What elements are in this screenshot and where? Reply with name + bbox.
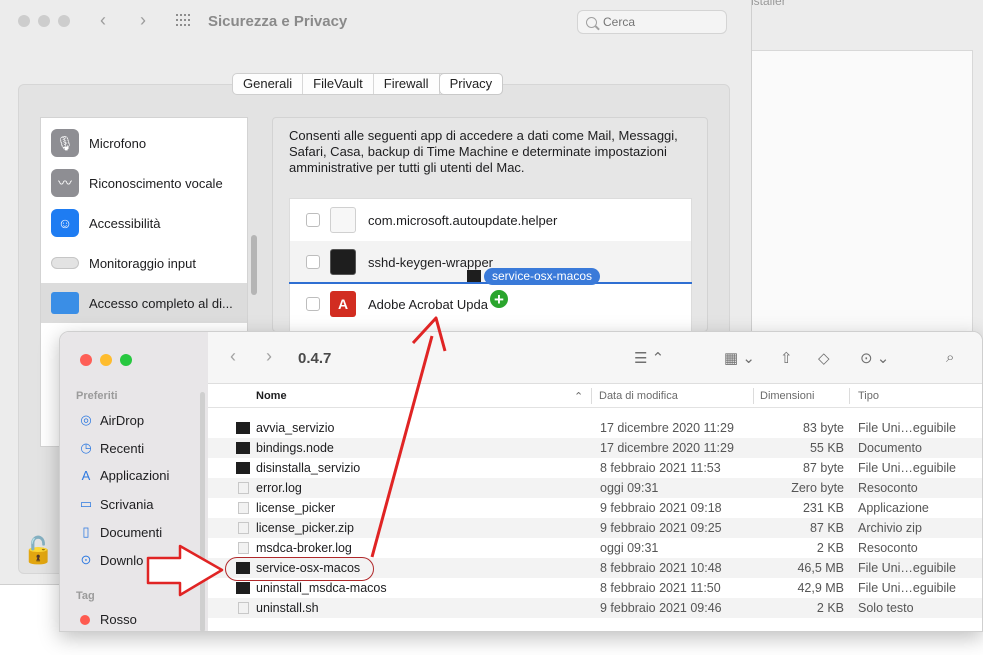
red-arrow-up-icon [370,316,447,558]
red-arrow-right-icon [146,544,224,597]
annotation-overlay [146,316,447,597]
